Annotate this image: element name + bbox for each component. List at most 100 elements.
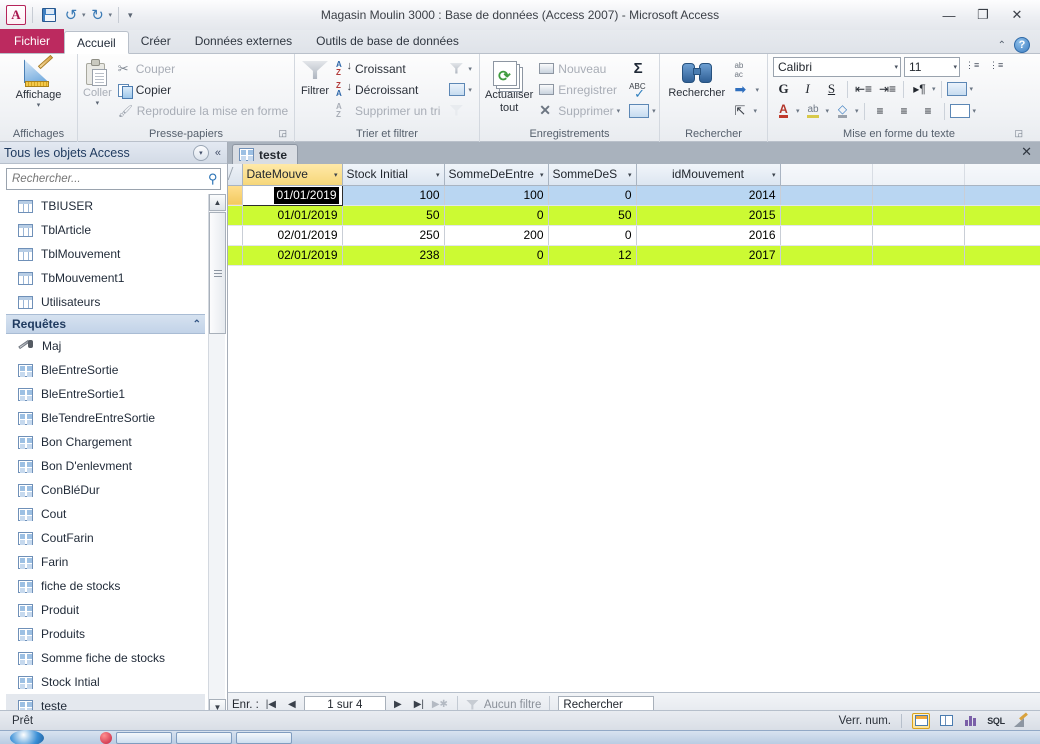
search-icon[interactable]: ⚲ — [208, 171, 218, 187]
spelling-button[interactable]: ABC ✓ — [626, 79, 659, 101]
undo-caret-icon[interactable]: ▾ — [82, 11, 86, 19]
paste-button[interactable]: Coller ▾ — [83, 56, 112, 108]
chevron-down-icon[interactable]: ▾ — [970, 85, 974, 93]
nav-item-bleentresortie[interactable]: BleEntreSortie — [6, 358, 205, 382]
cell-sommedes[interactable]: 0 — [548, 185, 637, 206]
cell-datemouve[interactable]: 01/01/2019 — [242, 205, 343, 226]
nav-item-bletendreentresortie[interactable]: BleTendreEntreSortie — [6, 406, 205, 430]
nav-item-bleentresortie1[interactable]: BleEntreSortie1 — [6, 382, 205, 406]
sort-descending-button[interactable]: Z A ↓ Décroissant — [333, 79, 443, 100]
column-header-idmouvement[interactable]: idMouvement ▾ — [636, 164, 781, 186]
sql-view-button[interactable]: SQL — [987, 713, 1005, 729]
design-view-button[interactable] — [1012, 711, 1030, 729]
nav-item-somme-fiche-de-stocks[interactable]: Somme fiche de stocks — [6, 646, 205, 670]
text-direction-button[interactable]: ▸¶ — [909, 79, 930, 99]
chevron-down-icon[interactable]: ▾ — [192, 144, 209, 161]
chevron-down-icon[interactable]: ▾ — [753, 107, 757, 115]
cell-sommedeentre[interactable]: 200 — [444, 225, 549, 246]
nav-item-produits[interactable]: Produits — [6, 622, 205, 646]
help-icon[interactable]: ? — [1014, 37, 1030, 53]
table-row[interactable]: 02/01/2019 238 0 12 2017 — [228, 245, 1040, 266]
chevron-down-icon[interactable]: ▾ — [540, 171, 544, 179]
collapse-ribbon-icon[interactable]: ⌃ — [998, 40, 1006, 51]
column-header-sommedeentre[interactable]: SommeDeEntre ▾ — [444, 164, 549, 186]
new-record-button[interactable]: ▶✱ — [431, 699, 449, 710]
nav-item-coutfarin[interactable]: CoutFarin — [6, 526, 205, 550]
document-tab-teste[interactable]: teste — [232, 144, 299, 164]
toggle-filter-button[interactable]: ▾ — [446, 79, 475, 100]
search-box[interactable]: ⚲ — [6, 168, 221, 190]
chevron-down-icon[interactable]: ▾ — [772, 171, 776, 179]
scrollbar-thumb[interactable] — [209, 212, 226, 334]
chevron-down-icon[interactable]: ▾ — [37, 102, 41, 110]
row-selector[interactable] — [228, 225, 243, 246]
taskbar-item-2[interactable] — [176, 731, 232, 744]
collapse-pane-icon[interactable]: « — [213, 147, 223, 159]
row-selector[interactable] — [228, 205, 243, 226]
table-row[interactable]: 01/01/2019 50 0 50 2015 — [228, 205, 1040, 226]
nav-item-tbmouvement1[interactable]: TbMouvement1 — [6, 266, 205, 290]
chevron-down-icon[interactable]: ▾ — [652, 107, 656, 115]
close-button[interactable]: ✕ — [1008, 7, 1026, 23]
italic-button[interactable]: I — [797, 79, 818, 99]
cell-datemouve[interactable]: 02/01/2019 — [242, 245, 343, 266]
chevron-down-icon[interactable]: ▾ — [973, 107, 977, 115]
column-header-stock-initial[interactable]: Stock Initial ▾ — [342, 164, 445, 186]
taskbar-item-3[interactable] — [236, 731, 292, 744]
advanced-filter-button[interactable]: ▾ — [446, 58, 475, 79]
close-document-icon[interactable]: ✕ — [1021, 144, 1032, 160]
customize-qat-icon[interactable]: ▾ — [125, 10, 136, 21]
table-row[interactable]: 01/01/2019 100 100 0 2014 — [228, 184, 1040, 206]
chevron-down-icon[interactable]: ▾ — [628, 171, 632, 179]
chevron-down-icon[interactable]: ▾ — [436, 171, 440, 179]
column-header-datemouve[interactable]: DateMouve ▾ — [242, 164, 343, 186]
view-button[interactable]: Affichage ▾ — [8, 54, 70, 110]
chevron-down-icon[interactable]: ▾ — [826, 107, 830, 115]
cell-idmouvement[interactable]: 2015 — [636, 205, 781, 226]
tab-fichier[interactable]: Fichier — [0, 29, 65, 53]
restore-button[interactable]: ❐ — [974, 7, 992, 23]
bulleted-list-button[interactable]: ⋮≡ — [963, 57, 984, 77]
cell-stock-initial[interactable]: 250 — [342, 225, 445, 246]
save-quick-button[interactable] — [39, 5, 59, 25]
replace-button[interactable]: ab ac — [731, 58, 762, 79]
dialog-launcher-icon[interactable]: ◲ — [1014, 126, 1023, 141]
chevron-up-icon[interactable]: ⌃ — [193, 319, 201, 330]
align-right-button[interactable]: ≡ — [918, 101, 939, 121]
cell-sommedeentre[interactable]: 0 — [444, 205, 549, 226]
background-color-button[interactable]: ◇ — [832, 101, 853, 121]
goto-button[interactable]: ➡ ▾ — [731, 79, 762, 100]
nav-item-conbledur[interactable]: ConBléDur — [6, 478, 205, 502]
nav-item-tbiuser[interactable]: TBIUSER — [6, 194, 205, 218]
cell-sommedeentre[interactable]: 100 — [444, 185, 549, 206]
cell-datemouve[interactable]: 01/01/2019 — [241, 184, 343, 206]
previous-record-button[interactable]: ◀ — [283, 699, 301, 710]
copy-button[interactable]: Copier — [115, 79, 291, 100]
chevron-down-icon[interactable]: ▾ — [468, 65, 472, 73]
remove-sort-button[interactable]: AZ Supprimer un tri — [333, 100, 443, 121]
navigation-pane-header[interactable]: Tous les objets Access ▾ « — [0, 142, 227, 164]
sort-ascending-button[interactable]: A Z ↓ Croissant — [333, 58, 443, 79]
cell-stock-initial[interactable]: 100 — [342, 185, 445, 206]
align-left-button[interactable]: ≡ — [870, 101, 891, 121]
minimize-button[interactable]: — — [940, 8, 958, 23]
cell-idmouvement[interactable]: 2014 — [636, 185, 781, 206]
row-selector[interactable] — [228, 245, 243, 266]
decrease-indent-button[interactable]: ⇤≡ — [853, 79, 874, 99]
tab-donnees-externes[interactable]: Données externes — [183, 30, 304, 53]
chevron-down-icon[interactable]: ▾ — [755, 86, 759, 94]
chevron-down-icon[interactable]: ▾ — [932, 85, 936, 93]
chevron-down-icon[interactable]: ▾ — [617, 107, 621, 115]
chevron-down-icon[interactable]: ▾ — [468, 86, 472, 94]
cut-button[interactable]: ✂ Couper — [115, 58, 291, 79]
gridlines-button[interactable] — [950, 101, 971, 121]
nav-item-tblarticle[interactable]: TblArticle — [6, 218, 205, 242]
nav-item-cout[interactable]: Cout — [6, 502, 205, 526]
pivotchart-view-button[interactable] — [962, 713, 980, 729]
nav-item-bon-denlevment[interactable]: Bon D'enlevment — [6, 454, 205, 478]
apply-filter-button[interactable] — [446, 100, 475, 121]
cell-sommedes[interactable]: 50 — [548, 205, 637, 226]
cell-idmouvement[interactable]: 2017 — [636, 245, 781, 266]
column-header-sommedes[interactable]: SommeDeS ▾ — [548, 164, 637, 186]
cell-idmouvement[interactable]: 2016 — [636, 225, 781, 246]
